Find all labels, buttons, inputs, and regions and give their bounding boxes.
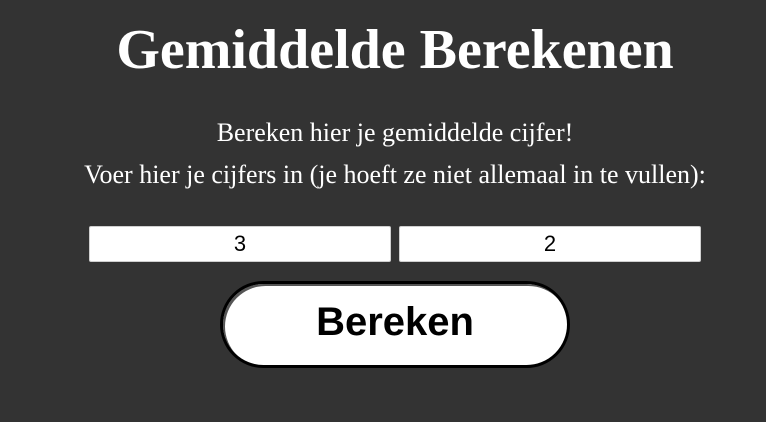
- grade-input-1[interactable]: [89, 226, 391, 262]
- instruction-text: Voer hier je cijfers in (je hoeft ze nie…: [84, 160, 706, 189]
- grade-input-2[interactable]: [399, 226, 701, 262]
- page-title: Gemiddelde Berekenen: [116, 19, 674, 81]
- calculate-button[interactable]: Bereken: [220, 281, 570, 368]
- page-subtitle: Bereken hier je gemiddelde cijfer!: [216, 118, 574, 147]
